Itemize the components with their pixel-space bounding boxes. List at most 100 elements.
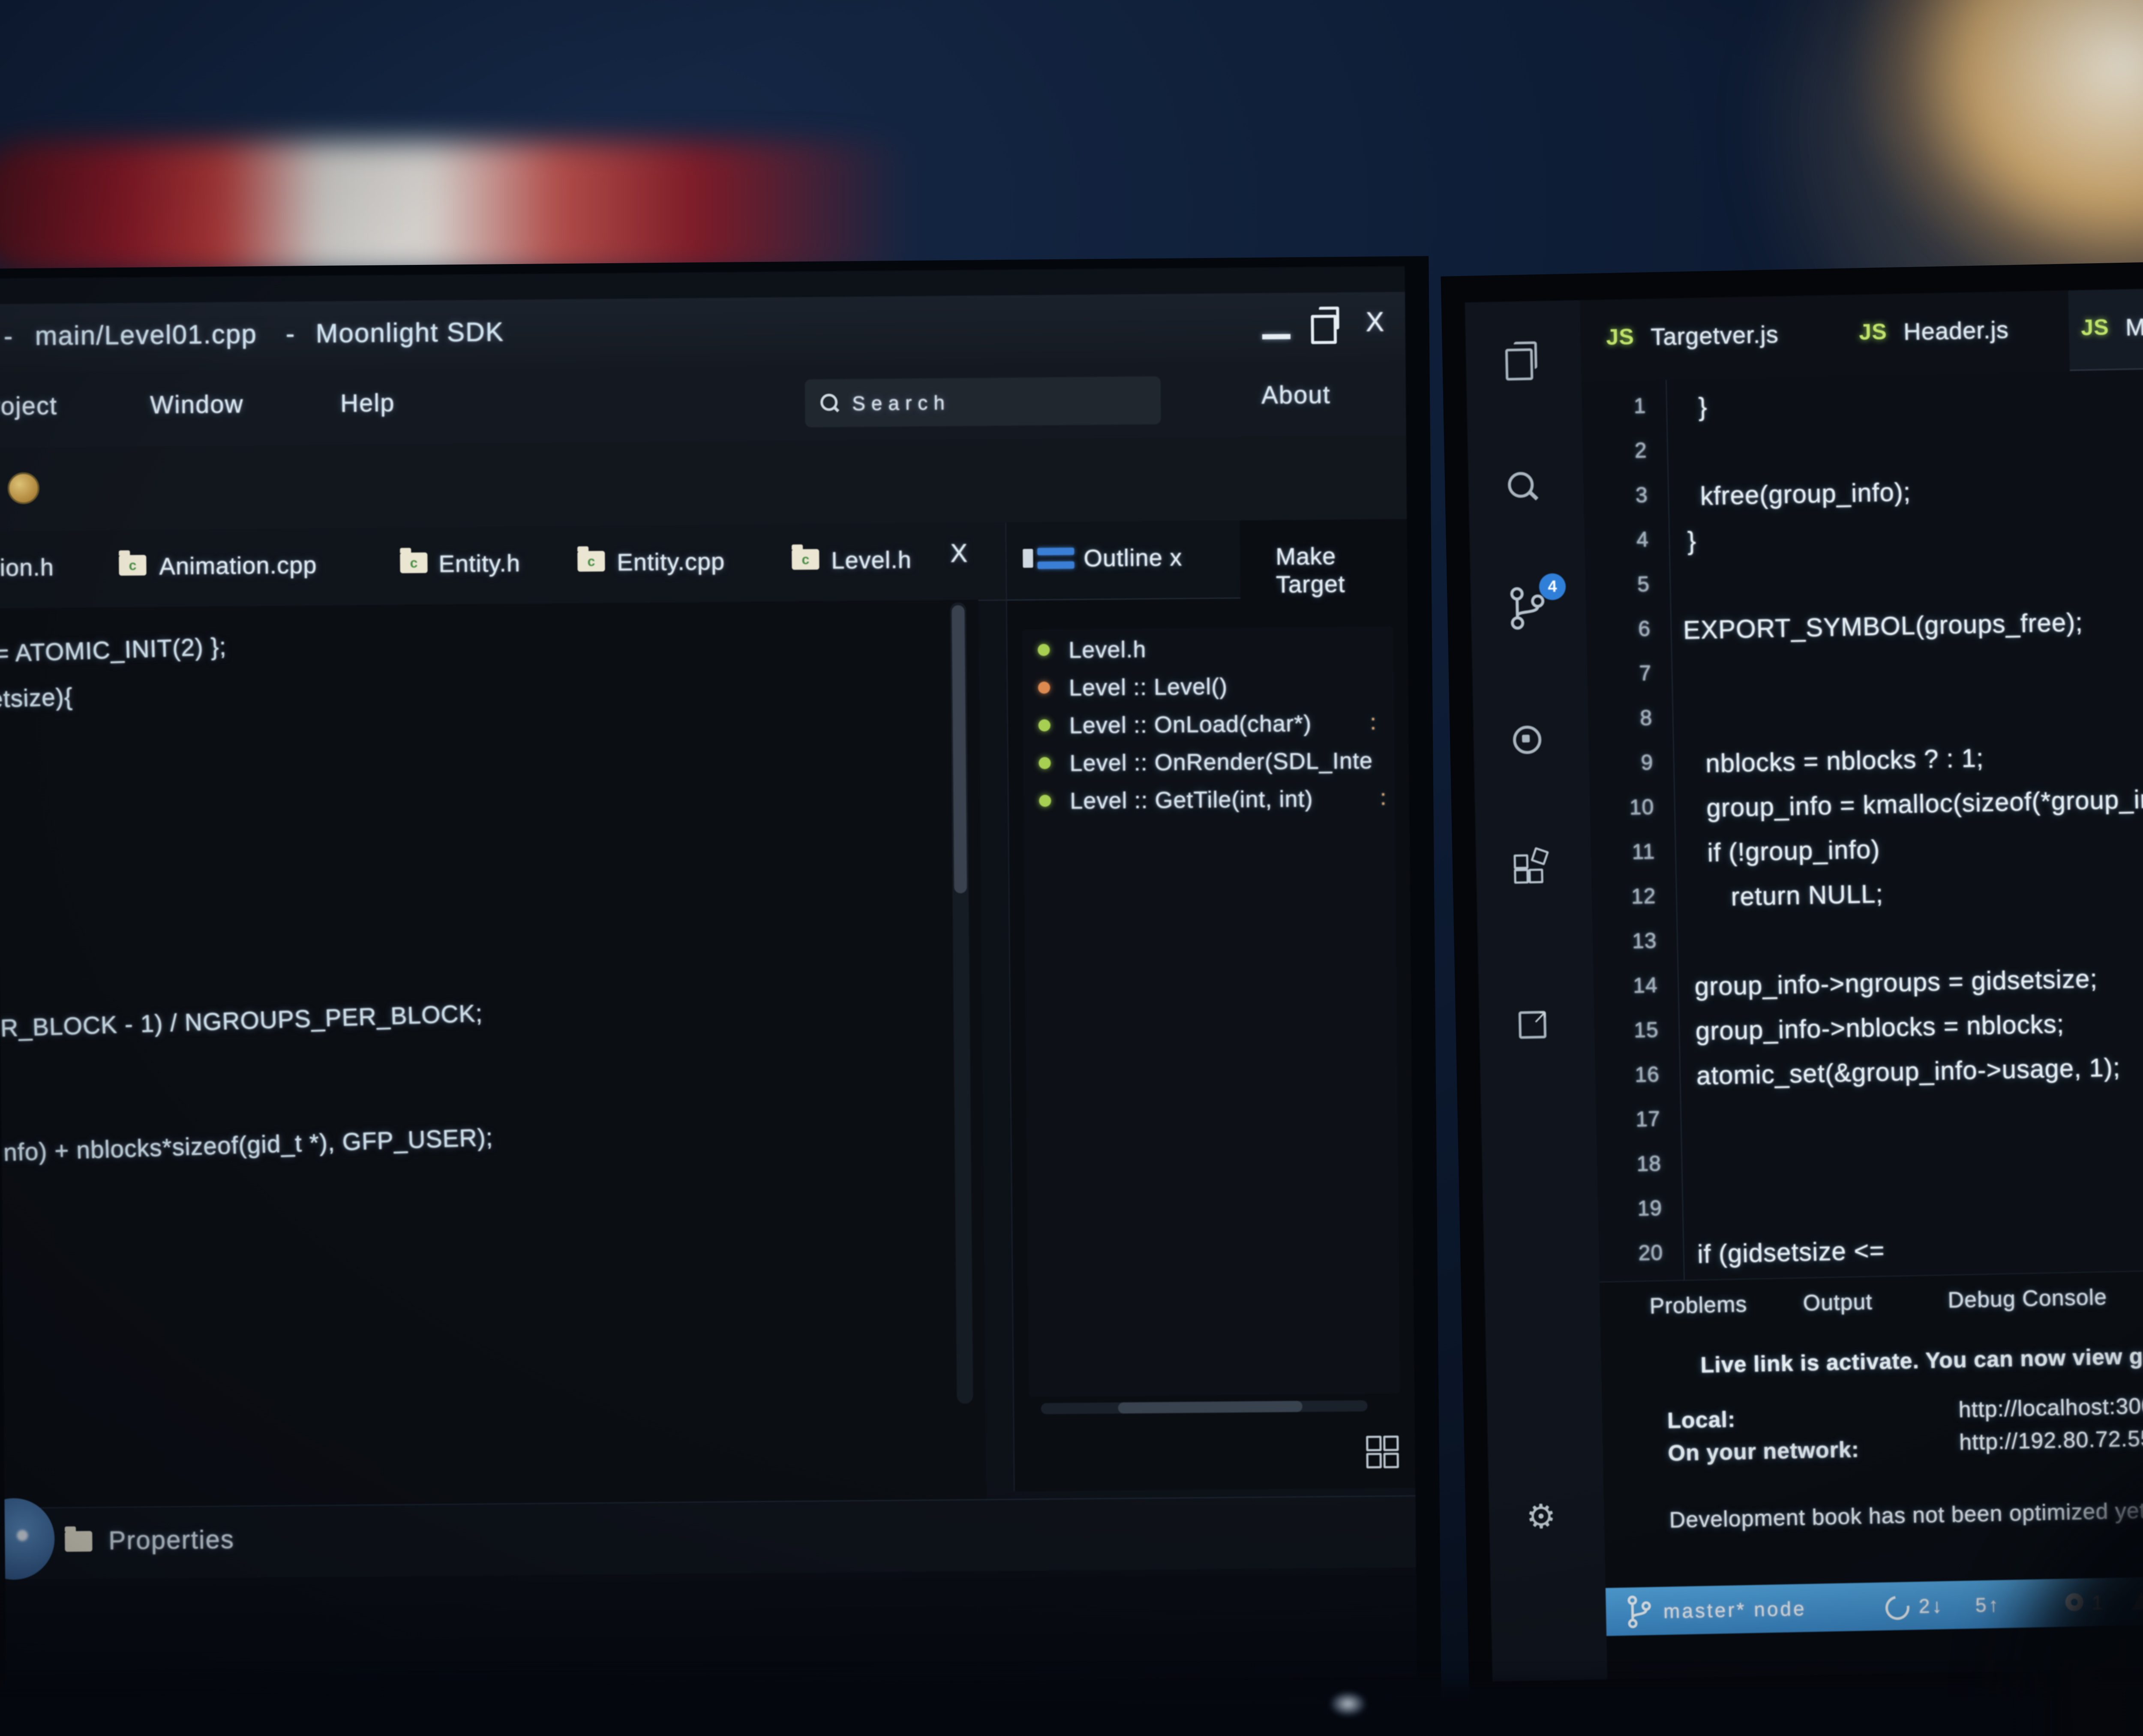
- symbol-dot-icon: [1038, 644, 1050, 656]
- code-line: group_info->ngroups = gidsetsize;: [1694, 964, 2098, 1001]
- search-placeholder: Search: [852, 391, 951, 415]
- tab-map-js-active[interactable]: JS Map.js ×: [2068, 286, 2143, 371]
- tab-animation-cpp[interactable]: Animation.cpp: [159, 551, 317, 580]
- line-number: 14: [1593, 973, 1658, 999]
- outline-scrollbar-thumb[interactable]: [1118, 1401, 1303, 1414]
- close-icon[interactable]: X: [1366, 306, 1384, 337]
- terminal-network-url[interactable]: http://192.80.72.55.91:3000: [1959, 1424, 2143, 1455]
- tab-label: Header.js: [1903, 315, 2009, 345]
- terminal-network-label: On your network:: [1668, 1437, 1860, 1466]
- tab-level-h[interactable]: Level.h: [831, 546, 912, 574]
- symbol-dot-icon: [1038, 682, 1050, 694]
- run-and-debug-icon[interactable]: [1513, 725, 1542, 754]
- left-monitor: - main/Level01.cpp - Moonlight SDK X roj…: [0, 256, 1441, 1709]
- symbol-dot-icon: [1039, 795, 1051, 807]
- code-line: }: [1698, 392, 1708, 421]
- line-number: 4: [1584, 527, 1649, 553]
- outline-list-icon: [1037, 562, 1074, 569]
- search-input[interactable]: Search: [805, 376, 1161, 427]
- terminal-local-url[interactable]: http://localhost:3000: [1958, 1393, 2143, 1423]
- line-number: 2: [1582, 438, 1647, 464]
- c-file-folder-icon: c: [577, 551, 605, 572]
- js-file-icon: JS: [1606, 324, 1635, 350]
- explorer-icon[interactable]: [1505, 348, 1533, 381]
- branch-name[interactable]: master* node: [1663, 1597, 1807, 1623]
- tab-output[interactable]: Output: [1803, 1289, 1873, 1316]
- js-file-icon: JS: [1859, 319, 1888, 345]
- symbol-dot-icon: [1038, 757, 1050, 769]
- code-line: etsize){: [0, 683, 73, 714]
- line-number: 17: [1596, 1106, 1660, 1132]
- app-logo-icon[interactable]: [8, 472, 40, 505]
- c-file-folder-icon: c: [792, 549, 819, 570]
- tab-debug-console[interactable]: Debug Console: [1948, 1284, 2107, 1313]
- menu-project[interactable]: roject: [0, 391, 57, 420]
- code-line: kfree(group_info);: [1700, 477, 1911, 511]
- open-external-icon[interactable]: ↗: [1519, 1011, 1546, 1039]
- tab-ion-h[interactable]: ion.h: [0, 553, 54, 581]
- js-file-icon: JS: [2081, 315, 2110, 341]
- sync-outgoing-count[interactable]: 5↑: [1975, 1593, 2001, 1616]
- settings-gear-icon[interactable]: ⚙: [1526, 1497, 1557, 1536]
- outline-item-label: Level :: GetTile(int, int): [1070, 786, 1313, 814]
- tab-problems[interactable]: Problems: [1649, 1291, 1747, 1319]
- menu-help[interactable]: Help: [340, 388, 395, 417]
- photo-of-dual-monitor-workspace: - main/Level01.cpp - Moonlight SDK X roj…: [0, 0, 2143, 1736]
- title-prefix: -: [3, 321, 13, 351]
- code-line: if (!group_info): [1707, 835, 1880, 868]
- tab-make-target[interactable]: Make Target: [1276, 541, 1408, 598]
- code-editor[interactable]: = ATOMIC_INIT(2) }; etsize){ R_BLOCK - 1…: [0, 600, 986, 1509]
- desk-shadow: [0, 1684, 2143, 1736]
- code-line: nfo) + nblocks*sizeof(gid_t *), GFP_USER…: [3, 1123, 493, 1167]
- badge-sparkle-icon: [17, 1530, 28, 1541]
- power-led-glow: [1331, 1692, 1365, 1715]
- code-line: nblocks = nblocks ? : 1;: [1705, 743, 1984, 778]
- left-monitor-screen: - main/Level01.cpp - Moonlight SDK X roj…: [0, 266, 1417, 1690]
- line-number: 9: [1589, 750, 1654, 776]
- terminal-note-line: Development book has not been optimized …: [1669, 1497, 2143, 1533]
- tab-entity-cpp[interactable]: Entity.cpp: [617, 547, 725, 576]
- line-number: 19: [1598, 1195, 1663, 1222]
- search-icon[interactable]: [1508, 472, 1534, 498]
- window-titlebar[interactable]: - main/Level01.cpp - Moonlight SDK X: [0, 292, 1405, 373]
- outline-list-icon: [1037, 548, 1074, 556]
- line-number: 20: [1599, 1240, 1663, 1266]
- line-number: 8: [1588, 705, 1653, 731]
- terminal-local-label: Local:: [1667, 1407, 1736, 1434]
- code-line: R_BLOCK - 1) / NGROUPS_PER_BLOCK;: [0, 999, 483, 1042]
- tab-close-icon[interactable]: X: [950, 538, 968, 568]
- line-number: 18: [1597, 1151, 1662, 1177]
- line-number: 12: [1591, 883, 1656, 910]
- sync-incoming-count[interactable]: 2↓: [1918, 1594, 1944, 1618]
- git-branch-icon[interactable]: [1626, 1595, 1653, 1630]
- tab-label: Map.js: [2125, 312, 2143, 341]
- code-line: atomic_set(&group_info->usage, 1);: [1696, 1052, 2121, 1090]
- toolbar: [0, 436, 1407, 532]
- c-file-folder-icon: c: [119, 555, 146, 576]
- line-number: 7: [1587, 661, 1652, 687]
- outline-item-label: Level :: OnLoad(char*): [1069, 710, 1312, 739]
- code-line: = ATOMIC_INIT(2) };: [0, 632, 227, 668]
- outline-item-suffix: :: [1370, 709, 1376, 734]
- menu-window[interactable]: Window: [150, 390, 244, 420]
- minimize-icon[interactable]: [1262, 334, 1291, 339]
- line-number: 1: [1582, 393, 1646, 419]
- restore-icon[interactable]: [1311, 315, 1337, 344]
- title-separator: -: [285, 318, 295, 349]
- menu-about[interactable]: About: [1261, 380, 1331, 409]
- sync-icon[interactable]: [1881, 1591, 1914, 1625]
- tab-entity-h[interactable]: Entity.h: [438, 549, 520, 578]
- symbol-dot-icon: [1038, 719, 1050, 731]
- line-number: 16: [1595, 1062, 1660, 1088]
- line-number: 3: [1583, 482, 1648, 508]
- tab-targetver-js[interactable]: JS Targetver.js: [1594, 295, 1827, 381]
- code-content: = ATOMIC_INIT(2) }; etsize){ R_BLOCK - 1…: [0, 587, 996, 1517]
- blurred-red-screen-glow: [0, 141, 951, 274]
- outline-tab-label: Outline x: [1084, 543, 1183, 572]
- line-number: 6: [1586, 616, 1651, 642]
- editor-scrollbar-thumb[interactable]: [951, 605, 967, 893]
- code-line: EXPORT_SYMBOL(groups_free);: [1683, 607, 2083, 645]
- tab-header-js[interactable]: JS Header.js: [1846, 291, 2054, 375]
- code-content: 1} 2 3kfree(group_info); 4} 5 6EXPORT_SY…: [1581, 363, 2143, 1281]
- tab-outline[interactable]: Outline x: [1006, 520, 1241, 601]
